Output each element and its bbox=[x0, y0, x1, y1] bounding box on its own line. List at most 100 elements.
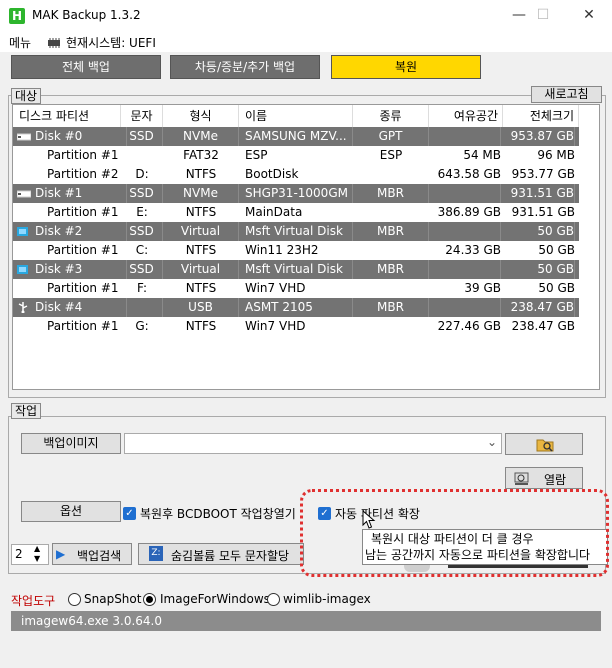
radio-snapshot-label[interactable]: SnapShot bbox=[84, 592, 141, 606]
cell-fs bbox=[353, 165, 429, 184]
cell-label: BootDisk bbox=[245, 167, 299, 181]
cell-type: Virtual bbox=[163, 222, 239, 241]
cell-fs: MBR bbox=[353, 298, 429, 317]
menu-item[interactable]: 메뉴 bbox=[9, 34, 31, 51]
cell-label: Msft Virtual Disk bbox=[245, 222, 353, 241]
cell-char: E: bbox=[136, 205, 148, 219]
cell-char: C: bbox=[135, 243, 149, 257]
cell-label: SHGP31-1000GM bbox=[245, 184, 353, 203]
bcdboot-checkbox[interactable]: ✓ bbox=[123, 507, 136, 520]
cell-label: Msft Virtual Disk bbox=[245, 260, 353, 279]
radio-imageforwindows-label[interactable]: ImageForWindows bbox=[160, 592, 270, 606]
system-info: 현재시스템: UEFI bbox=[66, 36, 156, 50]
virtual-disk-icon bbox=[17, 227, 28, 236]
cell-char: SSD bbox=[121, 127, 163, 146]
cell-name: Partition #1 bbox=[47, 281, 119, 295]
open-button[interactable]: 열람 bbox=[505, 467, 583, 489]
spinner-up-icon[interactable]: ▲ bbox=[34, 544, 40, 553]
radio-wimlib-label[interactable]: wimlib-imagex bbox=[283, 592, 371, 606]
cell-total: 931.51 GB bbox=[511, 205, 575, 219]
radio-snapshot[interactable] bbox=[68, 593, 81, 606]
cell-free: 386.89 GB bbox=[437, 205, 501, 219]
app-icon: H bbox=[9, 8, 25, 24]
backup-image-combo[interactable]: ⌄ bbox=[124, 433, 502, 454]
cell-total: 50 GB bbox=[538, 243, 575, 257]
cell-fs: ESP bbox=[379, 148, 403, 162]
maximize-button[interactable]: ☐ bbox=[520, 0, 566, 32]
incremental-backup-button[interactable]: 차등/증분/추가 백업 bbox=[170, 55, 320, 79]
cell-name: Disk #4 bbox=[35, 298, 127, 317]
refresh-button[interactable]: 새로고침 bbox=[531, 86, 602, 103]
column-header-format[interactable]: 형식 bbox=[163, 105, 239, 127]
cell-name: Disk #0 bbox=[35, 127, 127, 146]
hdd-icon bbox=[17, 190, 31, 198]
partition-row[interactable]: Partition #2 D: NTFS BootDisk 643.58 GB 953.7… bbox=[13, 165, 579, 184]
options-button[interactable]: 옵션 bbox=[21, 501, 121, 522]
cell-label: ASMT 2105 bbox=[245, 298, 353, 317]
cell-type: NVMe bbox=[163, 127, 239, 146]
cell-name: Partition #1 bbox=[47, 148, 119, 162]
radio-wimlib[interactable] bbox=[267, 593, 280, 606]
column-header-letter[interactable]: 문자 bbox=[121, 105, 163, 127]
full-backup-button[interactable]: 전체 백업 bbox=[11, 55, 161, 79]
disk-row[interactable]: Disk #1 SSD NVMe SHGP31-1000GM MBR 931.51 GB bbox=[13, 184, 579, 203]
disk-row[interactable]: Disk #4 USB ASMT 2105 MBR 238.47 GB bbox=[13, 298, 579, 317]
cell-name: Partition #1 bbox=[47, 319, 119, 333]
cell-char: SSD bbox=[121, 222, 163, 241]
partition-row[interactable]: Partition #1 E: NTFS MainData 386.89 GB 931.5… bbox=[13, 203, 579, 222]
cell-name: Disk #2 bbox=[35, 222, 127, 241]
close-button[interactable]: ✕ bbox=[566, 0, 612, 32]
window-title: MAK Backup 1.3.2 bbox=[32, 8, 141, 22]
spinner-value[interactable]: 2 bbox=[15, 547, 23, 561]
tools-label: 작업도구 bbox=[11, 594, 56, 608]
chevron-down-icon[interactable]: ⌄ bbox=[487, 435, 497, 449]
cell-fs bbox=[353, 241, 429, 260]
disk-view-icon bbox=[514, 472, 529, 485]
radio-imageforwindows[interactable] bbox=[143, 593, 156, 606]
partition-row[interactable]: Partition #1 C: NTFS Win11 23H2 24.33 GB 50 G… bbox=[13, 241, 579, 260]
partition-row[interactable]: Partition #1 FAT32 ESP ESP 54 MB 96 MB bbox=[13, 146, 579, 165]
disk-row[interactable]: Disk #3 SSD Virtual Msft Virtual Disk MBR 50 … bbox=[13, 260, 579, 279]
spinner-down-icon[interactable]: ▼ bbox=[34, 554, 40, 563]
partition-row[interactable]: Partition #1 G: NTFS Win7 VHD 227.46 GB 238.4… bbox=[13, 317, 579, 336]
partition-row[interactable]: Partition #1 F: NTFS Win7 VHD 39 GB 50 GB bbox=[13, 279, 579, 298]
open-label: 열람 bbox=[544, 473, 567, 487]
column-header-free[interactable]: 여유공간 bbox=[429, 105, 503, 127]
column-header-total[interactable]: 전체크기 bbox=[503, 105, 579, 127]
column-header-kind[interactable]: 종류 bbox=[353, 105, 429, 127]
disk-row[interactable]: Disk #0 SSD NVMe SAMSUNG MZV... GPT 953.87 GB bbox=[13, 127, 579, 146]
cell-total: 96 MB bbox=[537, 148, 575, 162]
backup-search-button[interactable]: ▶ 백업검색 bbox=[52, 543, 132, 565]
cell-total: 238.47 GB bbox=[503, 298, 575, 317]
backup-search-label: 백업검색 bbox=[77, 549, 122, 563]
browse-folder-button[interactable] bbox=[505, 433, 583, 455]
cell-fs: MBR bbox=[353, 222, 429, 241]
cell-label: ESP bbox=[245, 148, 268, 162]
hidden-volume-button[interactable]: Z: 숨김볼륨 모두 문자할당 bbox=[138, 543, 304, 565]
cell-char: SSD bbox=[121, 184, 163, 203]
cell-free: 24.33 GB bbox=[445, 243, 501, 257]
cell-char: D: bbox=[135, 167, 149, 181]
cell-name: Partition #2 bbox=[47, 167, 119, 181]
cell-fs: MBR bbox=[353, 260, 429, 279]
spinner[interactable]: 2 ▲ ▼ bbox=[11, 544, 49, 565]
disk-row[interactable]: Disk #2 SSD Virtual Msft Virtual Disk MBR 50 … bbox=[13, 222, 579, 241]
cell-fs: GPT bbox=[353, 127, 429, 146]
cell-name: Disk #1 bbox=[35, 184, 127, 203]
cell-label: Win7 VHD bbox=[245, 281, 306, 295]
cell-total: 50 GB bbox=[503, 222, 575, 241]
bcdboot-label[interactable]: 복원후 BCDBOOT 작업창열기 bbox=[140, 505, 296, 522]
backup-image-button[interactable]: 백업이미지 bbox=[21, 433, 121, 454]
cell-total: 953.77 GB bbox=[511, 167, 575, 181]
cell-fs bbox=[353, 203, 429, 222]
cell-type: NTFS bbox=[185, 205, 217, 219]
disk-table[interactable]: 디스크 파티션 문자 형식 이름 종류 여유공간 전체크기 Disk #0 SSD… bbox=[12, 104, 600, 390]
column-header-name[interactable]: 이름 bbox=[239, 105, 353, 127]
cell-char: G: bbox=[135, 319, 149, 333]
restore-button[interactable]: 복원 bbox=[331, 55, 481, 79]
column-header-partition[interactable]: 디스크 파티션 bbox=[19, 105, 121, 127]
cell-free: 643.58 GB bbox=[437, 167, 501, 181]
cell-type: USB bbox=[163, 298, 239, 317]
cell-type: Virtual bbox=[163, 260, 239, 279]
cell-type: NTFS bbox=[185, 243, 217, 257]
